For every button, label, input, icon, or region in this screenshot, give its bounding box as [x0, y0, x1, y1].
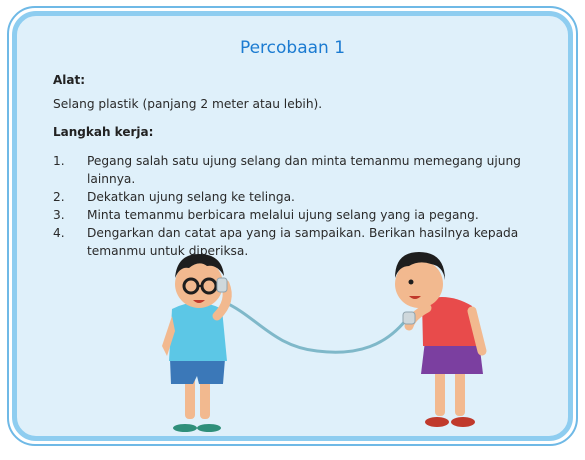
boy-figure [162, 254, 232, 432]
illustration-children-hose [162, 252, 487, 432]
hose [221, 299, 411, 354]
girl-figure [395, 252, 487, 427]
activity-card: Percobaan 1 Alat: Selang plastik (panjan… [12, 11, 573, 441]
